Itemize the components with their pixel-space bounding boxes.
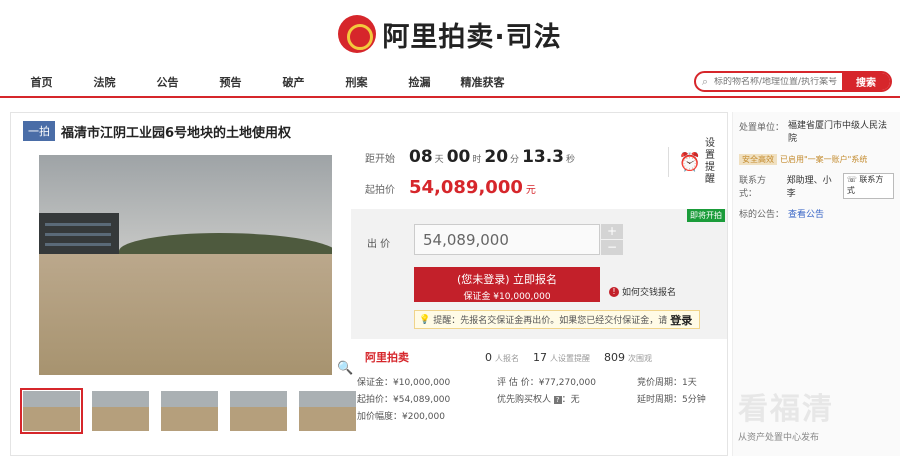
thumbnail[interactable] xyxy=(230,391,287,431)
signup-count: 0 人报名 xyxy=(485,350,519,364)
watermark: 看福清 xyxy=(738,392,834,427)
countdown-hours: 00 xyxy=(446,147,471,167)
notice-label: 标的公告： xyxy=(739,210,785,220)
nav-item-bargain[interactable]: 捡漏 xyxy=(388,74,451,90)
reminder-label: 设置提醒 xyxy=(705,138,715,185)
auction-info: 距开始 08 天 00 时 20 分 13.3 秒 ⏰ 设置提醒 起拍价 54,… xyxy=(351,138,727,339)
main-nav: 首页 法院 公告 预告 破产 刑案 捡漏 精准获客 ⌕ 搜索 xyxy=(0,68,900,98)
view-count: 809 次围观 xyxy=(604,350,652,364)
search-icon: ⌕ xyxy=(701,74,709,88)
watermark-sub: 从资产处置中心发布 xyxy=(738,433,820,443)
nav-item-announcement[interactable]: 公告 xyxy=(136,74,199,90)
account-system-row: 安全高效 已启用"一案一账户"系统 xyxy=(739,154,894,165)
set-reminder-button[interactable]: ⏰ 设置提醒 xyxy=(667,138,723,185)
login-link[interactable]: 登录 xyxy=(670,312,692,328)
search-input[interactable] xyxy=(714,76,842,87)
start-price-row: 起拍价 54,089,000 元 xyxy=(351,177,727,203)
header: 阿里拍卖·司法 xyxy=(0,0,900,68)
round-badge: 一拍 xyxy=(23,121,55,141)
notice-text: 提醒：先报名交保证金再出价。如果您已经交付保证金，请 xyxy=(433,316,668,326)
stats-bar: 阿里拍卖 0 人报名 17 人设置提醒 809 次围观 xyxy=(351,345,727,369)
phone-icon: ☏ xyxy=(846,175,857,184)
view-notice-link[interactable]: 查看公告 xyxy=(788,207,824,220)
main-photo[interactable] xyxy=(39,155,332,375)
info-icon: ! xyxy=(609,286,619,297)
court-name[interactable]: 福建省厦门市中级人民法院 xyxy=(788,120,888,146)
start-price-label: 起拍价 xyxy=(365,185,395,196)
thumbnail[interactable] xyxy=(299,391,356,431)
logo[interactable]: 阿里拍卖·司法 xyxy=(338,15,561,54)
court-emblem-icon xyxy=(338,15,377,53)
item-main: 一拍 福清市江阴工业园6号地块的土地使用权 🔍 距开始 08 天 00 时 20… xyxy=(10,112,728,456)
alarm-clock-icon: ⏰ xyxy=(678,151,701,173)
countdown: 距开始 08 天 00 时 20 分 13.3 秒 ⏰ 设置提醒 xyxy=(351,138,727,185)
bid-input[interactable] xyxy=(414,224,600,255)
start-price-value: 54,089,000 xyxy=(409,177,523,198)
contact-names: 郑助理、小李 xyxy=(786,176,832,199)
item-title-row: 一拍 福清市江阴工业园6号地块的土地使用权 xyxy=(11,113,727,149)
bulb-icon: 💡 xyxy=(419,314,431,325)
countdown-days: 08 xyxy=(409,147,433,167)
contact-button[interactable]: ☏ 联系方式 xyxy=(842,173,894,199)
shield-badge: 安全高效 xyxy=(739,154,777,165)
logo-text: 阿里拍卖·司法 xyxy=(382,21,562,53)
contact-row: 联系方式： 郑助理、小李 ☏ 联系方式 xyxy=(739,173,894,199)
search-bar: ⌕ 搜索 xyxy=(694,71,892,92)
login-notice: 💡 提醒：先报名交保证金再出价。如果您已经交付保证金，请 登录 xyxy=(414,310,700,329)
priority-buyer-detail: 优先购买权人 ? ：无 xyxy=(497,395,580,405)
countdown-label: 距开始 xyxy=(365,154,395,165)
increase-bid-button[interactable]: + xyxy=(601,224,623,239)
appraisal-detail: 评 估 价：¥77,270,000 xyxy=(497,378,596,388)
court-row: 处置单位： 福建省厦门市中级人民法院 xyxy=(739,120,894,146)
nav-item-court[interactable]: 法院 xyxy=(73,74,136,90)
nav-item-preview[interactable]: 预告 xyxy=(199,74,262,90)
howto-label: 如何交钱报名 xyxy=(622,288,677,298)
details-col-3: 竞价周期：1天 延时周期：5分钟 xyxy=(637,375,706,409)
details-col-1: 保证金：¥10,000,000 起拍价：¥54,089,000 加价幅度：¥20… xyxy=(357,375,450,426)
thumbnail-strip xyxy=(20,388,356,434)
nav-item-home[interactable]: 首页 xyxy=(10,74,73,90)
signup-main-label: (您未登录) 立即报名 xyxy=(456,273,558,286)
increment-detail: 加价幅度：¥200,000 xyxy=(357,412,445,422)
howto-link[interactable]: ! 如何交钱报名 xyxy=(609,285,676,298)
deposit-detail: 保证金：¥10,000,000 xyxy=(357,378,451,388)
contact-label: 联系方式： xyxy=(739,176,767,199)
status-badge: 即将开拍 xyxy=(687,209,725,222)
countdown-minutes: 20 xyxy=(484,147,509,167)
thumbnail[interactable] xyxy=(20,388,83,434)
thumbnail[interactable] xyxy=(92,391,149,431)
extension-period-detail: 延时周期：5分钟 xyxy=(637,395,706,405)
nav-item-criminal[interactable]: 刑案 xyxy=(325,74,388,90)
start-price-unit: 元 xyxy=(525,185,536,196)
countdown-seconds: 13.3 xyxy=(522,147,565,167)
question-icon[interactable]: ? xyxy=(553,396,562,404)
details-col-2: 评 估 价：¥77,270,000 优先购买权人 ? ：无 xyxy=(497,375,596,409)
bid-area: 即将开拍 出 价 + − (您未登录) 立即报名 保证金 ¥10,000,000… xyxy=(351,209,727,339)
bid-label: 出 价 xyxy=(367,239,391,250)
bidding-period-detail: 竞价周期：1天 xyxy=(637,378,697,388)
court-label: 处置单位： xyxy=(739,123,785,133)
deposit-label: 保证金 ¥10,000,000 xyxy=(463,292,551,302)
decrease-bid-button[interactable]: − xyxy=(601,240,623,255)
signup-button[interactable]: (您未登录) 立即报名 保证金 ¥10,000,000 xyxy=(414,267,600,302)
reminder-count: 17 人设置提醒 xyxy=(533,350,590,364)
start-price-detail: 起拍价：¥54,089,000 xyxy=(357,395,451,405)
nav-item-bankruptcy[interactable]: 破产 xyxy=(262,74,325,90)
search-button[interactable]: 搜索 xyxy=(842,73,890,90)
nav-item-leads[interactable]: 精准获客 xyxy=(451,74,514,90)
brand-logo: 阿里拍卖 xyxy=(365,351,409,364)
notice-row: 标的公告： 查看公告 xyxy=(739,207,894,220)
thumbnail[interactable] xyxy=(161,391,218,431)
account-system-text[interactable]: 已启用"一案一账户"系统 xyxy=(780,154,867,165)
item-title: 福清市江阴工业园6号地块的土地使用权 xyxy=(61,125,292,141)
